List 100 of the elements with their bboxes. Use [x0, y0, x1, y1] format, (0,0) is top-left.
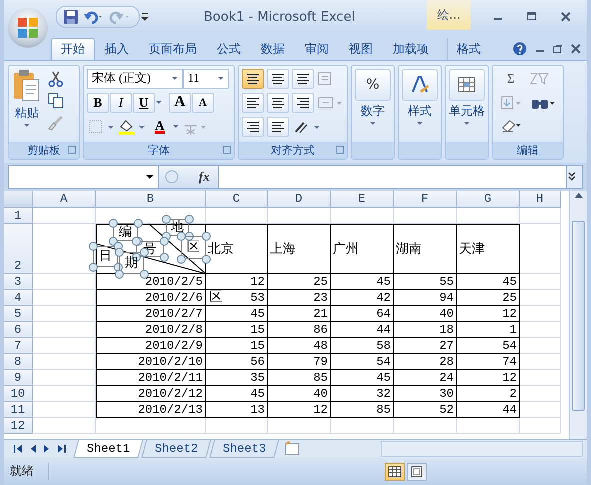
sheet-tab[interactable]: Sheet3	[210, 440, 280, 458]
last-sheet-icon[interactable]	[58, 445, 66, 454]
ribbon-tab[interactable]: 开始	[51, 38, 95, 60]
column-header[interactable]: G	[457, 190, 520, 208]
ribbon-tab[interactable]: 页面布局	[139, 38, 207, 60]
first-sheet-icon[interactable]	[14, 445, 22, 454]
table-cell	[394, 208, 457, 224]
ribbon-tab[interactable]: 加载项	[383, 38, 439, 60]
scissors-icon[interactable]	[48, 70, 64, 87]
table-cell	[268, 208, 331, 224]
column-header[interactable]: B	[96, 190, 206, 208]
center-button[interactable]	[267, 92, 289, 113]
right-align-button[interactable]	[292, 92, 314, 113]
up-arrow-icon	[574, 190, 584, 199]
text-box[interactable]: 区	[209, 290, 223, 304]
customize-toolbar-icon[interactable]	[140, 11, 150, 23]
restore-icon[interactable]	[553, 44, 563, 54]
help-icon[interactable]	[513, 42, 527, 56]
table-cell: 56	[206, 354, 268, 370]
ribbon-tab[interactable]: 视图	[339, 38, 383, 60]
close-icon[interactable]	[571, 44, 581, 54]
dropdown-icon[interactable]	[173, 125, 179, 128]
increase-indent-button[interactable]	[267, 116, 289, 137]
number-button[interactable]: % 数字	[355, 68, 391, 142]
row-header[interactable]: 10	[4, 386, 33, 402]
merge-cells-icon[interactable]	[317, 94, 343, 111]
row-header[interactable]: 3	[4, 274, 33, 290]
row-header[interactable]: 11	[4, 402, 33, 418]
row-header[interactable]: 8	[4, 354, 33, 370]
save-icon[interactable]	[63, 9, 79, 25]
table-cell: 85	[268, 370, 331, 386]
horizontal-scrollbar[interactable]	[381, 441, 583, 458]
underline-button[interactable]: U	[133, 92, 155, 113]
vertical-scrollbar[interactable]	[569, 190, 587, 440]
left-align-button[interactable]	[242, 92, 264, 113]
dropdown-icon	[172, 77, 178, 80]
font-size-field[interactable]: 11	[183, 68, 229, 89]
office-button[interactable]	[8, 8, 48, 48]
caret-icon	[370, 122, 376, 125]
grow-font-button[interactable]: A	[169, 92, 191, 113]
top-align-button[interactable]	[242, 68, 264, 89]
row-header[interactable]: 4	[4, 290, 33, 306]
ribbon-tab[interactable]: 审阅	[295, 38, 339, 60]
table-cell	[520, 338, 561, 354]
row-header[interactable]: 9	[4, 370, 33, 386]
normal-view-button[interactable]	[385, 462, 405, 481]
column-header[interactable]: F	[394, 190, 457, 208]
insert-function-button[interactable]: fx	[199, 169, 210, 186]
ribbon-tab[interactable]: 插入	[95, 38, 139, 60]
table-cell	[520, 386, 561, 402]
table-cell: 13	[206, 402, 268, 418]
sheet-tab[interactable]: Sheet2	[142, 440, 212, 458]
undo-icon[interactable]	[83, 9, 105, 25]
fill-color-icon[interactable]	[117, 118, 147, 136]
row-header[interactable]: 1	[4, 208, 33, 224]
table-icon	[457, 74, 477, 95]
dropdown-icon[interactable]	[156, 101, 162, 104]
row-header[interactable]: 7	[4, 338, 33, 354]
row-header[interactable]: 2	[4, 224, 33, 274]
autosum-button[interactable]: Σ	[500, 68, 522, 89]
middle-align-button[interactable]	[267, 68, 289, 89]
sheet-tab[interactable]: Sheet1	[74, 440, 144, 458]
bottom-align-button[interactable]	[292, 68, 314, 89]
column-header[interactable]: C	[206, 190, 268, 208]
page-layout-button[interactable]	[407, 462, 427, 481]
table-cell	[33, 274, 96, 290]
table-cell: 32	[331, 386, 394, 402]
styles-button[interactable]: 样式	[402, 68, 438, 142]
column-header[interactable]: H	[520, 190, 561, 208]
column-header[interactable]: E	[331, 190, 394, 208]
previous-sheet-icon[interactable]	[30, 445, 36, 454]
copy-icon[interactable]	[48, 92, 64, 109]
column-header[interactable]: D	[268, 190, 331, 208]
column-header[interactable]: A	[33, 190, 96, 208]
group-footer	[399, 142, 441, 160]
table-cell: 58	[331, 338, 394, 354]
table-cell	[331, 418, 394, 434]
table-cell: 27	[394, 338, 457, 354]
ribbon-tab[interactable]: 公式	[207, 38, 251, 60]
row-header[interactable]: 6	[4, 322, 33, 338]
font-name-field[interactable]: 宋体 (正文)	[87, 68, 183, 89]
font-color-button[interactable]: A	[149, 116, 171, 137]
table-cell: 12	[268, 402, 331, 418]
paste-button[interactable]: 粘贴	[12, 68, 42, 142]
shrink-font-button[interactable]: A	[192, 92, 214, 113]
splitter-handle-icon[interactable]	[165, 170, 179, 184]
row-header[interactable]: 5	[4, 306, 33, 322]
ribbon-tab[interactable]: 数据	[251, 38, 295, 60]
expand-formula-button[interactable]	[566, 166, 582, 188]
table-cell: 2010/2/7	[96, 306, 206, 322]
cells-button[interactable]: 单元格	[449, 68, 485, 142]
table-cell: 44	[457, 402, 520, 418]
table-cell	[33, 418, 96, 434]
table-cell	[33, 290, 96, 306]
decrease-indent-button[interactable]	[242, 116, 264, 137]
row-header[interactable]: 12	[4, 418, 33, 434]
italic-button[interactable]: I	[110, 92, 132, 113]
table-cell: 2010/2/11	[96, 370, 206, 386]
next-sheet-icon[interactable]	[44, 445, 50, 454]
bold-button[interactable]: B	[87, 92, 109, 113]
